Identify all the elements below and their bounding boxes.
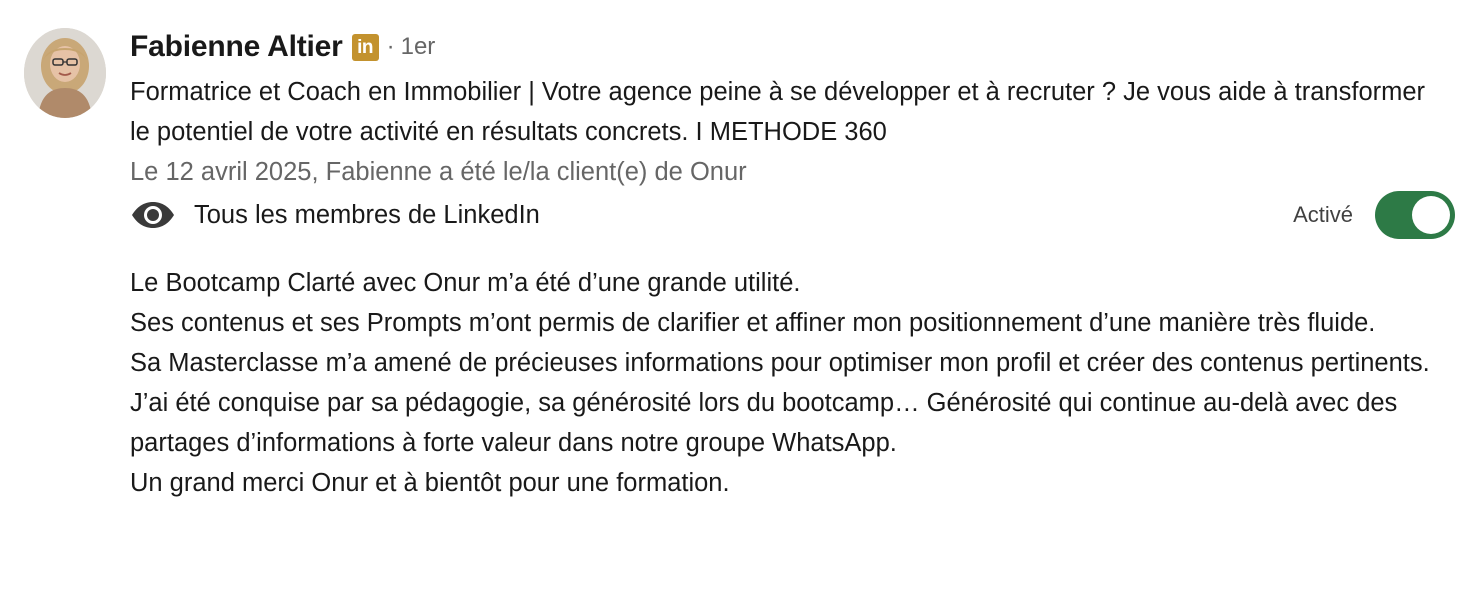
recommendation-line: Ses contenus et ses Prompts m’ont permis… [130, 309, 1376, 337]
eye-icon [130, 201, 176, 229]
recommendation-line: Sa Masterclasse m’a amené de précieuses … [130, 349, 1430, 377]
avatar-photo [24, 28, 106, 118]
toggle-area: Activé [1293, 191, 1455, 239]
recommendation-text: Le Bootcamp Clarté avec Onur m’a été d’u… [130, 263, 1460, 503]
recommendation-line: Le Bootcamp Clarté avec Onur m’a été d’u… [130, 269, 801, 297]
separator-dot: · [386, 33, 395, 60]
linkedin-premium-icon: in [351, 33, 379, 61]
author-header: Fabienne Altier in · 1er [130, 27, 435, 67]
recommendation-line: J’ai été conquise par sa pédagogie, sa g… [130, 389, 1398, 457]
toggle-knob [1412, 196, 1450, 234]
visibility-toggle[interactable] [1375, 191, 1455, 239]
connection-degree: 1er [400, 33, 436, 60]
author-name[interactable]: Fabienne Altier [130, 30, 343, 64]
avatar[interactable] [24, 28, 106, 118]
recommendation-line: Un grand merci Onur et à bientôt pour un… [130, 469, 730, 497]
visibility-label: Tous les membres de LinkedIn [194, 200, 540, 229]
relationship-date: Le 12 avril 2025, Fabienne a été le/la c… [130, 158, 747, 186]
toggle-label: Activé [1293, 202, 1353, 227]
visibility-setting[interactable]: Tous les membres de LinkedIn [130, 195, 540, 235]
author-headline: Formatrice et Coach en Immobilier | Votr… [130, 78, 1426, 146]
